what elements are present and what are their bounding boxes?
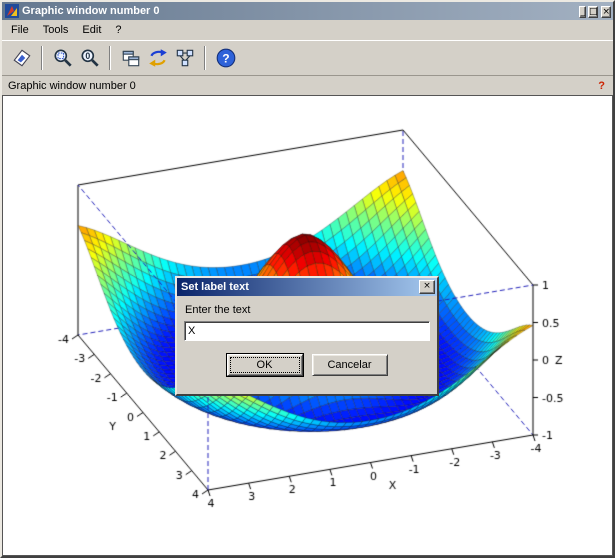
unzoom-glyph: 0 — [85, 51, 90, 61]
label-text-input[interactable] — [184, 321, 430, 341]
toolbar-separator — [204, 46, 206, 70]
rotate-3d-icon — [147, 47, 169, 69]
window-controls: _□× — [577, 5, 611, 18]
export-icon — [11, 47, 33, 69]
window-title: Graphic window number 0 — [22, 5, 577, 17]
menubar: File Tools Edit ? — [2, 20, 613, 40]
cancel-button[interactable]: Cancelar — [312, 354, 388, 376]
toolbar-separator — [41, 46, 43, 70]
graph-editor-icon — [174, 47, 196, 69]
menu-tools[interactable]: Tools — [36, 22, 76, 38]
help-button[interactable]: ? — [212, 45, 239, 72]
unzoom-button[interactable]: 0 — [76, 45, 103, 72]
toolbar-separator — [109, 46, 111, 70]
unzoom-icon: 0 — [79, 47, 101, 69]
menu-edit[interactable]: Edit — [75, 22, 108, 38]
graphic-window: Graphic window number 0 _□× File Tools E… — [0, 0, 615, 558]
zoom-area-button[interactable] — [49, 45, 76, 72]
titlebar[interactable]: Graphic window number 0 _□× — [2, 2, 613, 20]
scilab-icon — [5, 4, 19, 18]
dialog-prompt: Enter the text — [185, 304, 429, 316]
infobar-label: Graphic window number 0 — [8, 80, 136, 92]
rotate-3d-button[interactable] — [144, 45, 171, 72]
dialog-close-button[interactable]: × — [419, 280, 435, 294]
zoom-area-icon — [52, 47, 74, 69]
dialog-body: Enter the text OK Cancelar — [177, 304, 437, 376]
close-button[interactable]: × — [601, 6, 611, 18]
dialog-titlebar[interactable]: Set label text × — [177, 278, 437, 296]
infobar-help-badge[interactable]: ? — [598, 80, 605, 92]
menu-help[interactable]: ? — [108, 22, 128, 38]
menu-file[interactable]: File — [4, 22, 36, 38]
dialog-title: Set label text — [181, 281, 417, 293]
export-button[interactable] — [8, 45, 35, 72]
set-label-dialog: Set label text × Enter the text OK Cance… — [175, 276, 439, 396]
infobar: Graphic window number 0 ? — [2, 76, 613, 95]
toolbar: 0 — [2, 40, 613, 76]
figure-editor-button[interactable] — [117, 45, 144, 72]
help-glyph: ? — [222, 51, 229, 65]
minimize-button[interactable]: _ — [579, 6, 586, 18]
figure-editor-icon — [120, 47, 142, 69]
figure-area: Set label text × Enter the text OK Cance… — [2, 95, 613, 556]
dialog-button-row: OK Cancelar — [184, 354, 430, 376]
graph-editor-button[interactable] — [171, 45, 198, 72]
maximize-button[interactable]: □ — [588, 6, 599, 18]
ok-button[interactable]: OK — [227, 354, 303, 376]
help-icon: ? — [215, 47, 237, 69]
